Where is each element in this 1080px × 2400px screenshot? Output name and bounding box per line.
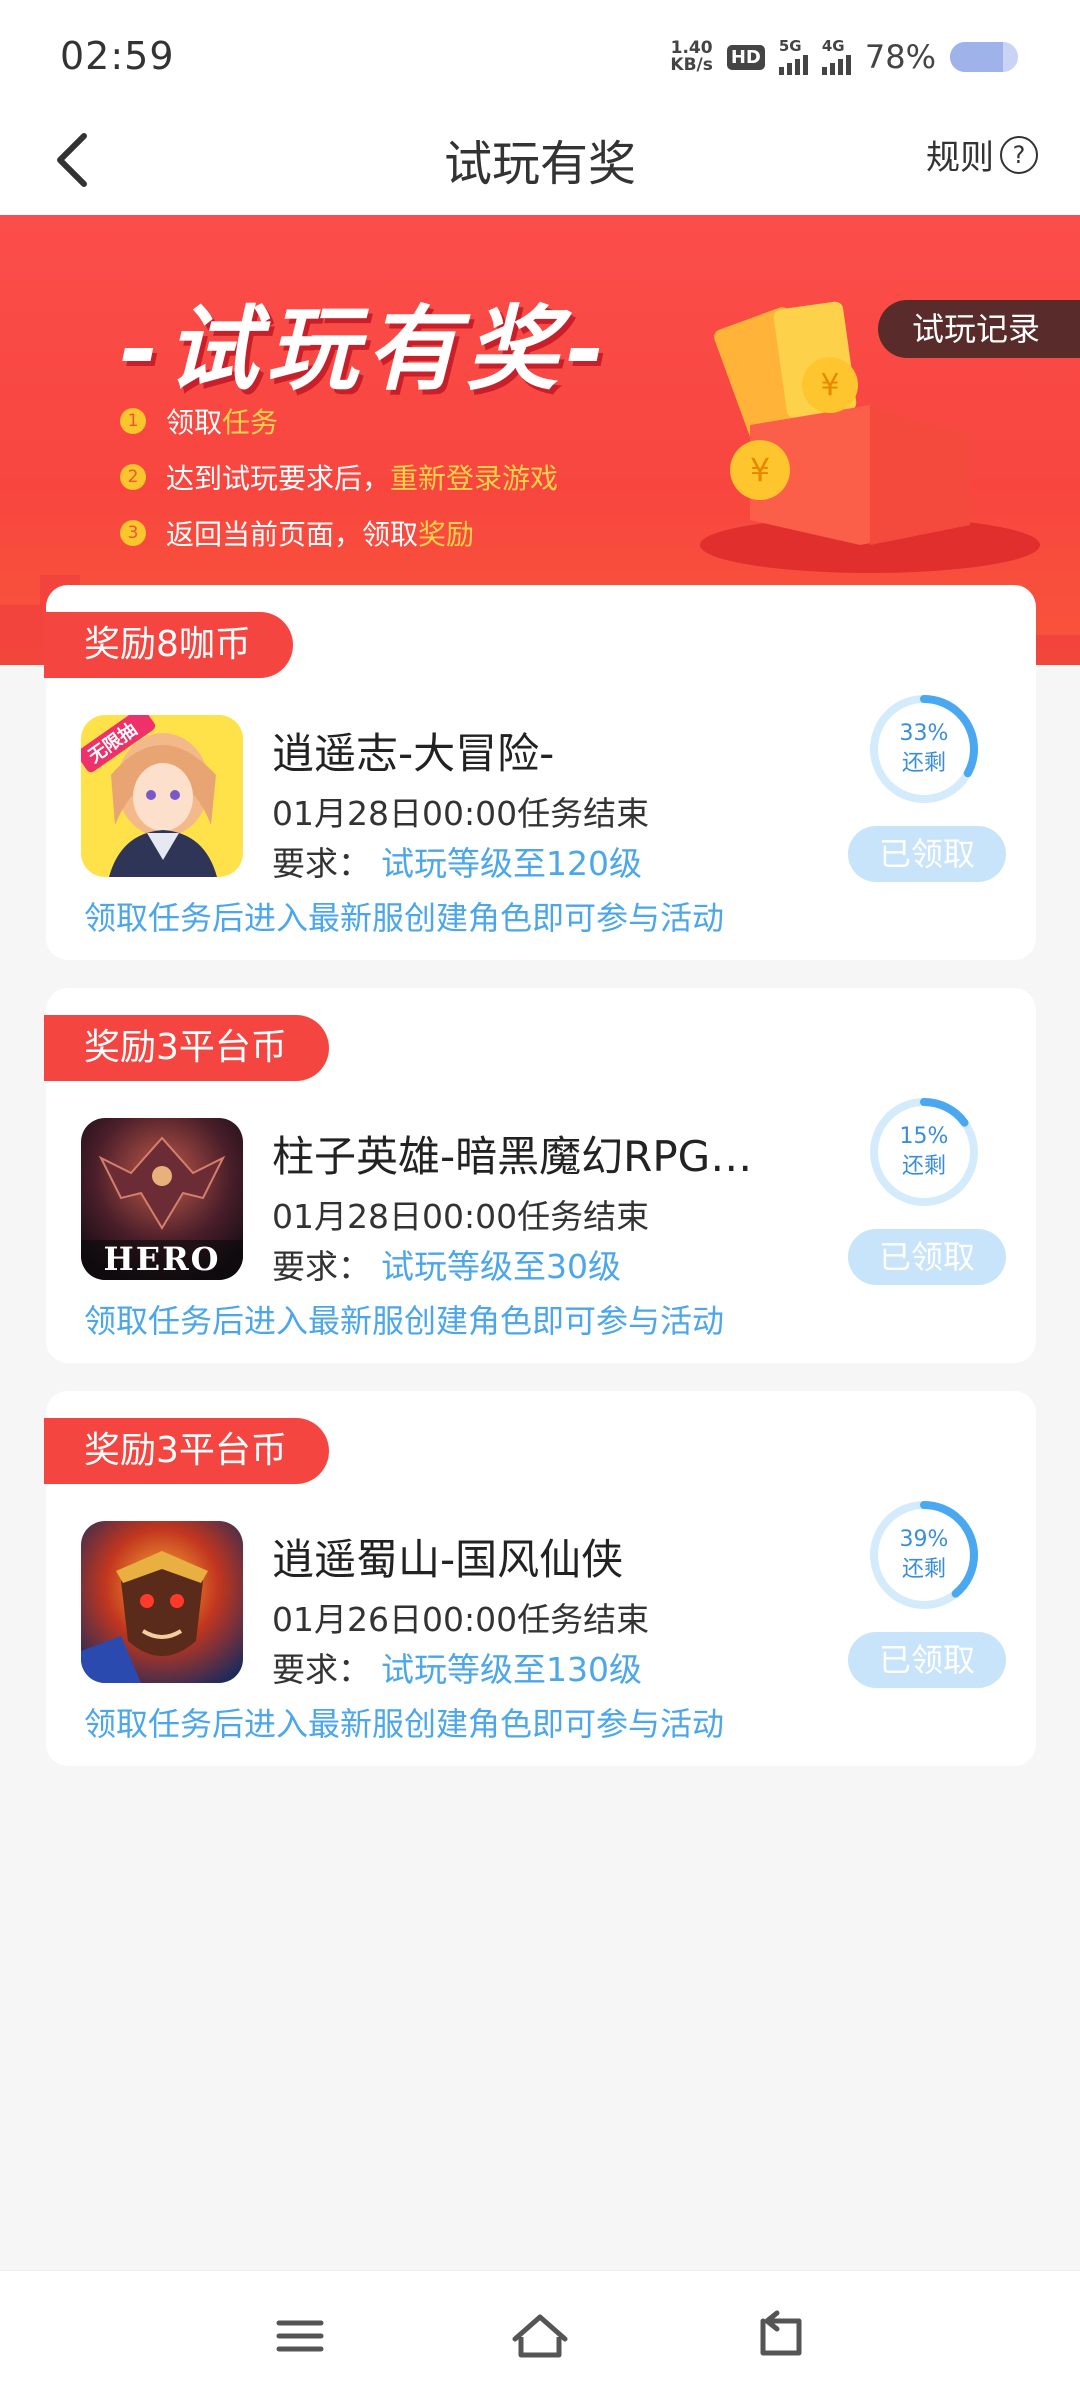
progress-ring: 33% 还剩 bbox=[868, 693, 980, 805]
rules-button[interactable]: 规则 ? bbox=[926, 130, 1038, 179]
task-deadline: 01月28日00:00任务结束 bbox=[272, 1197, 650, 1236]
anime-girl-game-icon[interactable]: 无限抽 bbox=[81, 715, 243, 877]
step-number: 3 bbox=[120, 520, 146, 546]
task-requirement: 要求： 试玩等级至30级 bbox=[272, 1240, 621, 1288]
home-icon[interactable] bbox=[505, 2301, 575, 2371]
requirement-label: 要求： bbox=[272, 1247, 371, 1286]
game-name: 逍遥蜀山-国风仙侠 bbox=[272, 1535, 624, 1584]
back-icon[interactable] bbox=[745, 2301, 815, 2371]
svg-text:¥: ¥ bbox=[750, 451, 770, 489]
battery-percent: 78% bbox=[864, 38, 936, 76]
signal-5g-icon: 5G bbox=[778, 37, 808, 75]
status-time: 02:59 bbox=[60, 34, 175, 78]
progress-remaining-label: 还剩 bbox=[901, 1154, 946, 1179]
progress-percent: 15% bbox=[899, 1124, 949, 1149]
requirement-label: 要求： bbox=[272, 844, 371, 883]
svg-text:¥: ¥ bbox=[820, 368, 839, 403]
system-nav-bar bbox=[0, 2270, 1080, 2400]
task-card: 奖励3平台币 HERO 柱子英雄-暗黑魔幻RPG… 01月28日00:00任务结… bbox=[44, 988, 1036, 1363]
step-highlight: 奖励 bbox=[418, 518, 475, 551]
network-speed: 1.40 KB/s bbox=[670, 40, 712, 74]
menu-icon[interactable] bbox=[265, 2301, 335, 2371]
task-requirement: 要求： 试玩等级至120级 bbox=[272, 837, 642, 885]
reward-tag: 奖励3平台币 bbox=[44, 1015, 329, 1081]
requirement-value: 试玩等级至30级 bbox=[381, 1247, 621, 1286]
step-text: 领取 bbox=[166, 406, 223, 439]
play-record-button[interactable]: 试玩记录 bbox=[877, 300, 1080, 358]
requirement-value: 试玩等级至120级 bbox=[381, 844, 642, 883]
step-highlight: 重新登录游戏 bbox=[390, 462, 559, 495]
icon-text: HERO bbox=[103, 1240, 221, 1278]
hd-icon: HD bbox=[726, 44, 765, 70]
claimed-button[interactable]: 已领取 bbox=[848, 1632, 1006, 1688]
step-1: 1 领取 任务 bbox=[120, 393, 558, 449]
signal-4g-icon: 4G bbox=[821, 37, 851, 75]
reward-tag: 奖励3平台币 bbox=[44, 1418, 329, 1484]
task-requirement: 要求： 试玩等级至130级 bbox=[272, 1643, 642, 1691]
step-number: 1 bbox=[120, 408, 146, 434]
task-deadline: 01月26日00:00任务结束 bbox=[272, 1600, 650, 1639]
dragon-hero-game-icon[interactable]: HERO bbox=[81, 1118, 243, 1280]
status-icons: 1.40 KB/s HD 5G 4G 78% bbox=[670, 37, 1018, 76]
progress-ring: 39% 还剩 bbox=[868, 1499, 980, 1611]
game-name: 柱子英雄-暗黑魔幻RPG… bbox=[272, 1132, 753, 1181]
network-speed-unit: KB/s bbox=[670, 55, 713, 75]
step-text: 达到试玩要求后， bbox=[166, 462, 391, 495]
step-3: 3 返回当前页面，领取 奖励 bbox=[120, 505, 558, 561]
task-card: 奖励3平台币 逍遥蜀山-国风仙侠 01月26日00:00任务结束 要求： 试玩等级… bbox=[44, 1391, 1036, 1766]
task-note: 领取任务后进入最新服创建角色即可参与活动 bbox=[84, 1705, 725, 1743]
step-highlight: 任务 bbox=[222, 406, 279, 439]
nav-bar: 试玩有奖 规则 ? bbox=[0, 110, 1080, 215]
task-note: 领取任务后进入最新服创建角色即可参与活动 bbox=[84, 1302, 725, 1340]
requirement-label: 要求： bbox=[272, 1650, 371, 1689]
page-title: 试玩有奖 bbox=[443, 136, 636, 192]
claimed-button[interactable]: 已领取 bbox=[848, 1229, 1006, 1285]
progress-percent: 39% bbox=[899, 1527, 949, 1552]
signal-4g-label: 4G bbox=[821, 37, 845, 55]
progress-percent: 33% bbox=[899, 721, 949, 746]
task-deadline: 01月28日00:00任务结束 bbox=[272, 794, 650, 833]
step-number: 2 bbox=[120, 464, 146, 490]
help-icon: ? bbox=[1000, 135, 1038, 174]
task-note: 领取任务后进入最新服创建角色即可参与活动 bbox=[84, 899, 725, 937]
status-bar: 02:59 1.40 KB/s HD 5G 4G 78% bbox=[0, 0, 1080, 110]
banner-steps: 1 领取 任务 2 达到试玩要求后， 重新登录游戏 3 返回当前页面，领取 奖励 bbox=[120, 393, 558, 561]
game-name: 逍遥志-大冒险- bbox=[272, 729, 555, 778]
rules-label: 规则 bbox=[926, 138, 994, 178]
progress-remaining-label: 还剩 bbox=[901, 1557, 946, 1582]
progress-remaining-label: 还剩 bbox=[901, 751, 946, 776]
monkey-king-game-icon[interactable] bbox=[81, 1521, 243, 1683]
claimed-button[interactable]: 已领取 bbox=[848, 826, 1006, 882]
battery-icon bbox=[950, 42, 1018, 72]
task-card: 奖励8咖币 无限抽 逍遥志-大冒险- 01月28日00:00任务结束 要求： 试玩… bbox=[44, 585, 1036, 960]
signal-5g-label: 5G bbox=[778, 37, 802, 55]
step-2: 2 达到试玩要求后， 重新登录游戏 bbox=[120, 449, 558, 505]
banner-title: -试玩有奖- bbox=[120, 296, 613, 403]
progress-ring: 15% 还剩 bbox=[868, 1096, 980, 1208]
requirement-value: 试玩等级至130级 bbox=[381, 1650, 642, 1689]
step-text: 返回当前页面，领取 bbox=[166, 518, 419, 551]
reward-tag: 奖励8咖币 bbox=[44, 612, 293, 678]
